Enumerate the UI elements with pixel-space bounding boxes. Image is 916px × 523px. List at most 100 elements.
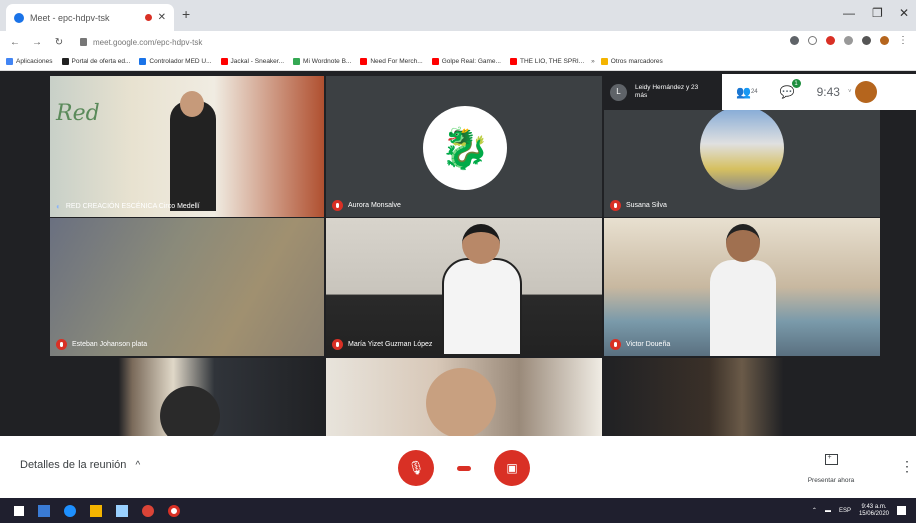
more-options-icon[interactable]: ⋮ <box>900 458 914 475</box>
mic-off-icon <box>610 339 621 350</box>
bookmark-item[interactable]: Portal de oferta ed... <box>61 58 130 65</box>
tab-title: Meet - epc-hdpv-tsk <box>30 12 110 23</box>
mic-off-icon <box>332 200 343 211</box>
system-tray: ⌃ ▬ ESP 9:43 a.m. 15/06/2020 <box>812 504 916 518</box>
lock-icon <box>80 38 87 46</box>
participant-tile[interactable]: María Yizet Guzman López <box>326 218 602 356</box>
browser-tab-meet[interactable]: Meet - epc-hdpv-tsk ✕ <box>6 4 174 31</box>
participant-tile[interactable]: 🐉 Aurora Monsalve <box>326 76 602 217</box>
notifications-icon[interactable] <box>897 506 906 515</box>
bookmark-favicon-icon <box>61 58 69 65</box>
dragon-avatar: 🐉 <box>423 106 507 190</box>
ext-icon[interactable] <box>844 36 853 45</box>
back-arrow-icon[interactable]: ← <box>8 37 22 48</box>
reload-icon[interactable]: ↻ <box>52 37 66 48</box>
language-indicator[interactable]: ESP <box>839 508 851 514</box>
chat-badge: 1 <box>791 79 801 88</box>
present-now-button[interactable]: + Presentar ahora <box>796 454 866 487</box>
bookmark-item[interactable]: Controlador MED U... <box>139 58 212 65</box>
opera-ext-icon[interactable] <box>826 36 835 45</box>
bookmark-item[interactable]: Mi Wordnote B... <box>293 58 351 65</box>
bookmark-item[interactable]: Need For Merch... <box>360 58 423 65</box>
menu-dots-icon[interactable]: ⋮ <box>898 35 908 46</box>
youtube-icon <box>509 58 517 65</box>
present-screen-icon: + <box>824 454 838 465</box>
person-head <box>180 91 204 117</box>
maximize-button[interactable]: ❐ <box>872 6 883 20</box>
close-tab-icon[interactable]: ✕ <box>158 12 166 23</box>
bookmark-item[interactable]: THE LIO, THE SPRI... <box>509 58 584 65</box>
tray-up-icon[interactable]: ⌃ <box>812 507 817 514</box>
speaking-icon: ◐ <box>56 202 61 211</box>
chat-button[interactable]: 💬 1 <box>780 79 801 101</box>
person-head <box>726 224 760 262</box>
app-icon[interactable] <box>168 504 180 517</box>
car-avatar <box>700 106 784 190</box>
taskview-icon[interactable] <box>38 504 50 517</box>
meet-video-grid: Red ◐ RED CREACIÓN ESCÉNICA Circo Medellí… <box>0 71 916 436</box>
people-icon: 👥 <box>736 85 751 99</box>
participant-tile[interactable] <box>604 358 880 436</box>
self-avatar[interactable] <box>855 81 878 103</box>
address-bar-row: ← → ↻ meet.google.com/epc-hdpv-tsk ⋮ <box>0 31 916 53</box>
mic-off-icon: 🎙 <box>407 460 425 475</box>
participant-name: Susana Silva <box>610 200 667 211</box>
person-face <box>426 368 496 436</box>
participant-tile[interactable] <box>326 358 602 436</box>
explorer-icon[interactable] <box>90 504 102 517</box>
edge-icon[interactable] <box>64 504 76 517</box>
people-button[interactable]: 👥 24 <box>736 85 758 99</box>
participant-tile[interactable]: Red ◐ RED CREACIÓN ESCÉNICA Circo Medellí <box>50 76 324 217</box>
forward-arrow-icon[interactable]: → <box>30 37 44 48</box>
participant-chip[interactable]: L Leidy Hernández y 23 más <box>604 74 722 110</box>
bookmark-item[interactable]: Jackal - Sneaker... <box>220 58 284 65</box>
participant-tile[interactable] <box>50 358 324 436</box>
hangup-button[interactable] <box>446 450 482 486</box>
system-clock[interactable]: 9:43 a.m. 15/06/2020 <box>859 504 889 518</box>
mic-toggle-button[interactable]: 🎙 <box>398 450 434 486</box>
url-field[interactable]: meet.google.com/epc-hdpv-tsk <box>80 34 730 50</box>
mic-off-icon <box>56 339 67 350</box>
close-window-button[interactable]: ✕ <box>899 6 909 20</box>
bookmark-favicon-icon <box>139 58 147 65</box>
profile-avatar-icon[interactable] <box>880 36 889 45</box>
participant-tile[interactable]: Esteban Johanson plata <box>50 218 324 356</box>
present-now-label: Presentar ahora <box>807 477 855 484</box>
windows-start-icon[interactable] <box>14 505 24 516</box>
bookmarks-overflow-icon[interactable]: » <box>591 58 595 65</box>
meet-favicon-icon <box>14 12 24 23</box>
camera-permission-icon[interactable] <box>790 36 799 45</box>
windows-taskbar: ⌃ ▬ ESP 9:43 a.m. 15/06/2020 <box>0 498 916 523</box>
people-count: 24 <box>750 89 758 95</box>
meeting-details-button[interactable]: Detalles de la reunión ^ <box>20 459 140 471</box>
network-icon[interactable]: ▬ <box>825 508 831 514</box>
meet-clock: 9:43 <box>816 85 840 99</box>
bookmark-item[interactable]: Golpe Real: Game... <box>431 58 501 65</box>
person-figure <box>442 258 522 356</box>
mic-off-icon <box>332 339 343 350</box>
camera-off-icon: ▣ <box>506 461 518 475</box>
person-figure <box>710 260 776 356</box>
store-icon[interactable] <box>116 504 128 517</box>
minimize-button[interactable]: — <box>843 6 855 20</box>
new-tab-button[interactable]: + <box>182 6 190 22</box>
chrome-icon[interactable] <box>142 504 154 517</box>
recording-dot-icon <box>144 14 152 21</box>
url-text: meet.google.com/epc-hdpv-tsk <box>93 37 203 47</box>
participant-name: Victor Doueña <box>610 339 670 350</box>
camera-toggle-button[interactable]: ▣ <box>494 450 530 486</box>
star-icon[interactable] <box>808 36 817 45</box>
puzzle-icon[interactable] <box>862 36 871 45</box>
bookmark-item[interactable]: Aplicaciones <box>6 58 53 65</box>
youtube-icon <box>431 58 439 65</box>
participant-name: Esteban Johanson plata <box>56 339 147 350</box>
red-logo-graphic: Red <box>56 101 100 126</box>
caret-icon[interactable]: ˅ <box>848 89 852 95</box>
participant-name: ◐ RED CREACIÓN ESCÉNICA Circo Medellí <box>56 202 200 211</box>
details-label: Detalles de la reunión <box>20 459 127 471</box>
mic-off-icon <box>610 200 621 211</box>
extensions-area: ⋮ <box>790 35 908 46</box>
google-icon <box>293 58 301 65</box>
bookmark-item[interactable]: Otros marcadores <box>600 58 663 65</box>
participant-tile[interactable]: Victor Doueña <box>604 218 880 356</box>
